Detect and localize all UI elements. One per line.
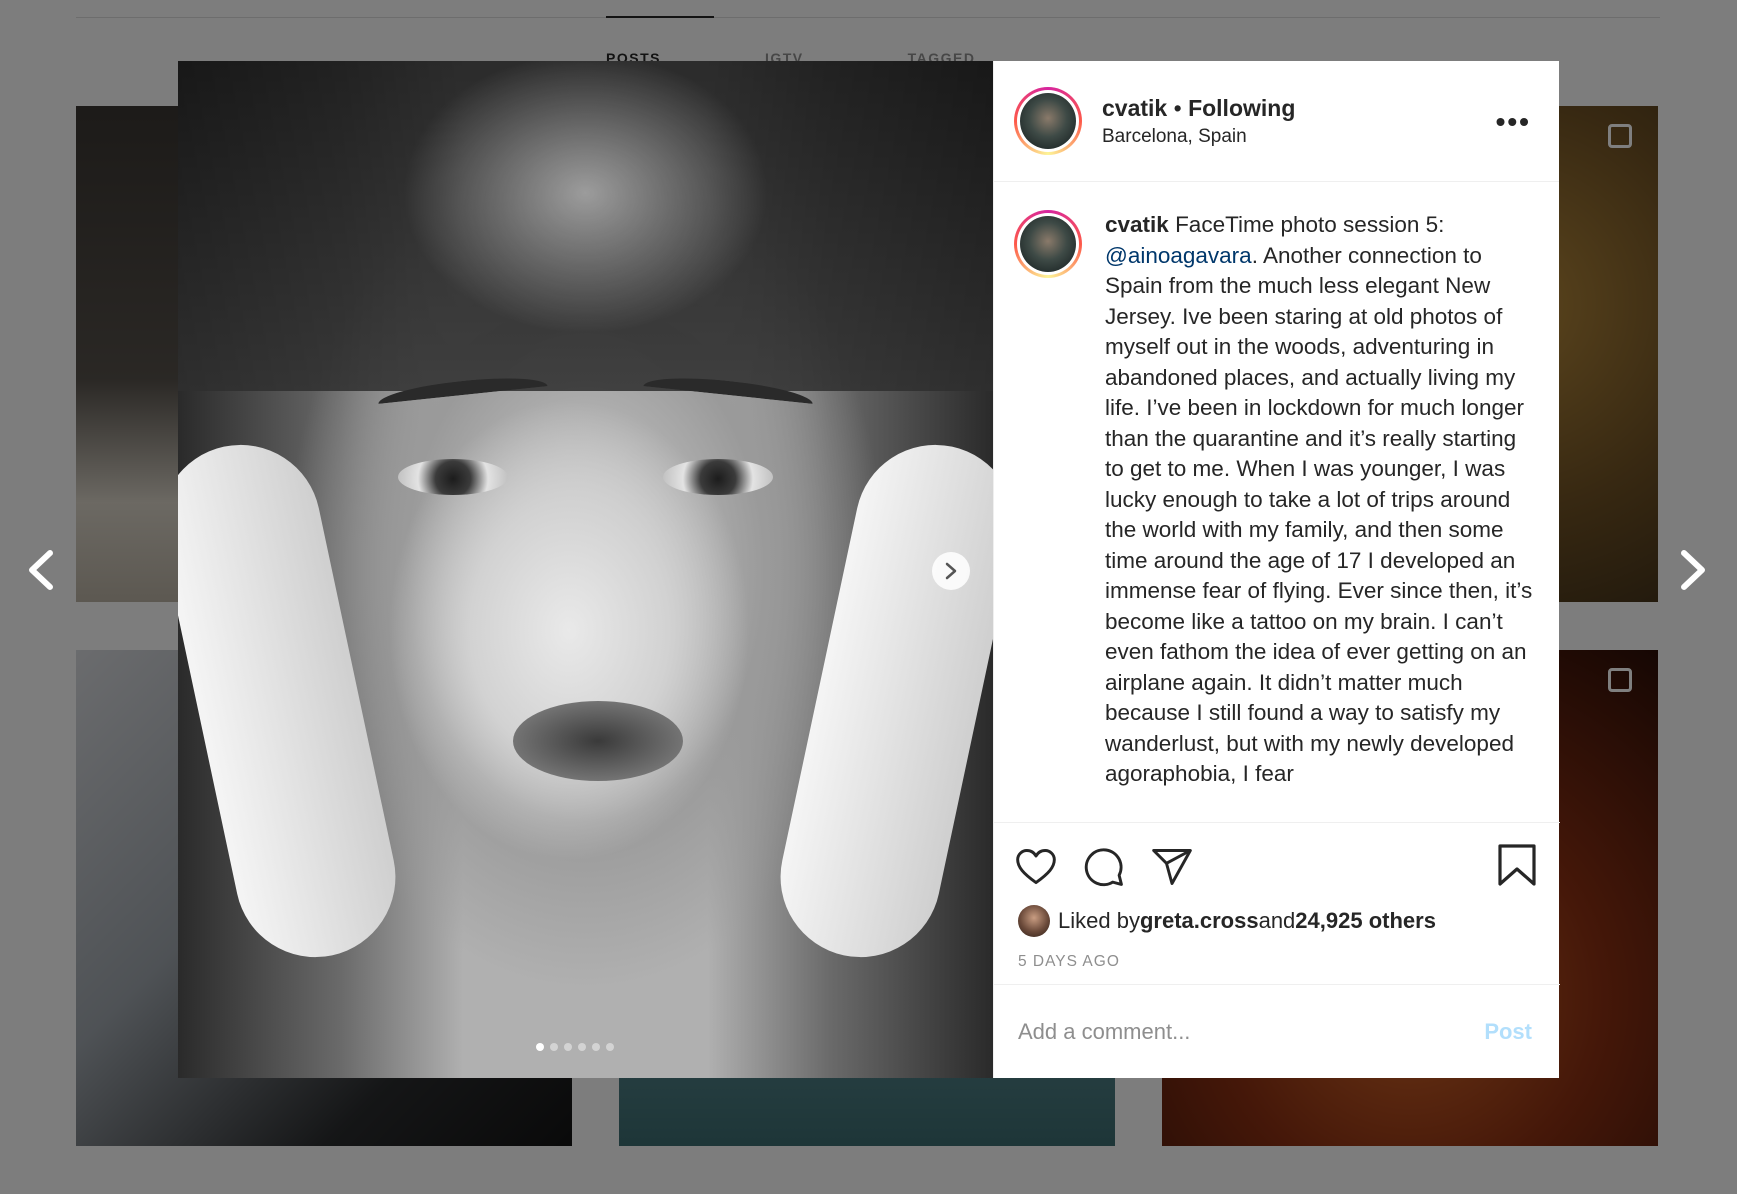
location-link[interactable]: Barcelona, Spain xyxy=(1102,126,1295,148)
photo-hair-region xyxy=(178,61,993,391)
next-post-button[interactable] xyxy=(1672,545,1712,595)
caption-text-start: FaceTime photo session 5: xyxy=(1168,212,1445,237)
chevron-right-icon xyxy=(1681,550,1705,590)
post-media[interactable] xyxy=(178,61,993,1078)
caption: cvatik FaceTime photo session 5: @ainoag… xyxy=(1105,210,1539,822)
comment-icon[interactable] xyxy=(1082,845,1126,889)
carousel-dot xyxy=(606,1043,614,1051)
post-actions-section: Liked by greta.cross and 24,925 others 5… xyxy=(994,822,1560,1078)
chevron-right-icon xyxy=(945,562,957,580)
post-header: cvatik • Following Barcelona, Spain ••• xyxy=(994,61,1559,182)
carousel-dot xyxy=(550,1043,558,1051)
chevron-left-icon xyxy=(29,550,53,590)
liker-username-link[interactable]: greta.cross xyxy=(1140,908,1259,934)
likes-prefix: Liked by xyxy=(1058,908,1140,933)
post-timestamp[interactable]: 5 DAYS AGO xyxy=(994,937,1560,971)
post-side-panel: cvatik • Following Barcelona, Spain ••• … xyxy=(993,61,1560,1078)
avatar xyxy=(1020,93,1076,149)
bookmark-icon[interactable] xyxy=(1496,843,1538,887)
comment-bar: Post xyxy=(994,984,1560,1078)
carousel-dot xyxy=(564,1043,572,1051)
likes-middle: and xyxy=(1258,908,1296,933)
following-button[interactable]: Following xyxy=(1188,95,1295,121)
action-icon-row xyxy=(994,823,1560,893)
caption-username-link[interactable]: cvatik xyxy=(1105,212,1169,237)
mention-link[interactable]: @ainoagavara xyxy=(1105,243,1252,268)
photo-lips xyxy=(513,701,683,781)
comment-input[interactable] xyxy=(1018,1018,1485,1045)
post-comment-button[interactable]: Post xyxy=(1484,1019,1532,1045)
liker-avatar[interactable] xyxy=(1018,905,1050,937)
username-link[interactable]: cvatik xyxy=(1102,95,1167,121)
separator-dot: • xyxy=(1173,94,1182,121)
photo-left-eye xyxy=(398,459,508,495)
carousel-dot xyxy=(592,1043,600,1051)
likes-summary: Liked by greta.cross and 24,925 others xyxy=(994,893,1560,937)
carousel-next-button[interactable] xyxy=(932,552,970,590)
share-icon[interactable] xyxy=(1150,845,1194,889)
carousel-dot xyxy=(578,1043,586,1051)
story-ring[interactable] xyxy=(1014,87,1082,155)
post-modal: cvatik • Following Barcelona, Spain ••• … xyxy=(178,61,1560,1078)
carousel-indicator xyxy=(536,1043,614,1051)
likes-others-link[interactable]: 24,925 others xyxy=(1295,908,1436,934)
carousel-dot xyxy=(536,1043,544,1051)
story-ring[interactable] xyxy=(1014,210,1082,278)
caption-scroll-area[interactable]: cvatik FaceTime photo session 5: @ainoag… xyxy=(994,182,1559,822)
caption-text-body: . Another connection to Spain from the m… xyxy=(1105,242,1533,787)
avatar xyxy=(1020,216,1076,272)
heart-icon[interactable] xyxy=(1014,845,1058,889)
more-options-button[interactable]: ••• xyxy=(1496,108,1531,136)
photo-right-eye xyxy=(663,459,773,495)
previous-post-button[interactable] xyxy=(22,545,62,595)
